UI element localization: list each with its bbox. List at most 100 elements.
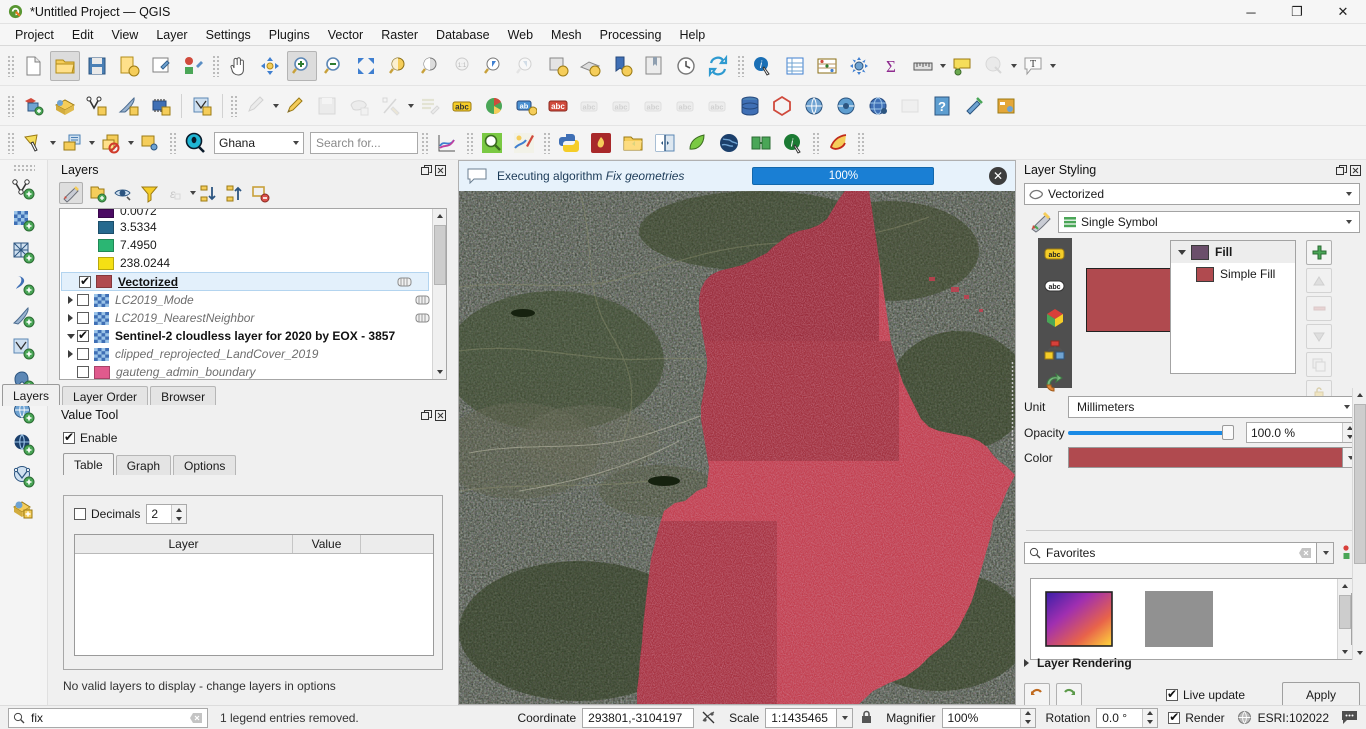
symbol-tree-root-row[interactable]: Fill (1171, 241, 1295, 263)
minimize-button[interactable]: ─ (1228, 0, 1274, 24)
layer-visibility-checkbox[interactable] (77, 294, 89, 306)
add-spatialite-layer-button[interactable] (146, 91, 176, 121)
tab-layers[interactable]: Layers (2, 384, 61, 406)
styling-panel-scrollbar[interactable] (1352, 388, 1366, 660)
menu-processing[interactable]: Processing (591, 26, 671, 44)
rotation-spinner-arrows[interactable] (1142, 708, 1158, 727)
identify-plugin-button[interactable]: i (778, 128, 808, 158)
add-delimited-text-layer-button[interactable] (114, 91, 144, 121)
column-header-layer[interactable]: Layer (75, 535, 293, 553)
menu-raster[interactable]: Raster (372, 26, 427, 44)
enable-checkbox[interactable] (63, 430, 75, 444)
new-bookmark-button[interactable] (607, 51, 637, 81)
rotation-spinner[interactable]: 0.0 ° (1096, 707, 1159, 728)
add-wfs-layer-icon[interactable] (7, 430, 41, 460)
tab-browser[interactable]: Browser (150, 386, 217, 406)
measure-dropdown-caret[interactable] (940, 63, 946, 68)
layer-visibility-checkbox[interactable] (77, 366, 89, 378)
opacity-slider-knob[interactable] (1222, 425, 1234, 440)
highlight-pinned-labels-button[interactable]: abc (543, 91, 573, 121)
messages-log-icon[interactable] (1341, 710, 1358, 725)
deselect-caret[interactable] (128, 140, 134, 145)
edit-in-place-icon[interactable] (415, 312, 430, 324)
undock-icon[interactable] (419, 163, 433, 177)
move-label-button[interactable]: abc (639, 91, 669, 121)
python-plugin-button[interactable] (554, 128, 584, 158)
temporal-controller-button[interactable] (671, 51, 701, 81)
tab-graph[interactable]: Graph (115, 455, 172, 475)
apply-button[interactable]: Apply (1282, 682, 1360, 707)
layer-expander[interactable] (64, 294, 77, 307)
layer-expander[interactable] (64, 348, 77, 361)
menu-database[interactable]: Database (427, 26, 499, 44)
new-map-view-button[interactable] (543, 51, 573, 81)
clear-search-icon[interactable] (1298, 547, 1312, 559)
menu-project[interactable]: Project (6, 26, 63, 44)
styling-scroll-down[interactable] (1353, 646, 1366, 660)
open-layer-styling-panel-icon[interactable] (59, 182, 83, 204)
select-features-button[interactable] (18, 128, 48, 158)
layer-expander[interactable] (64, 312, 77, 325)
styling-layer-combo[interactable]: Vectorized (1024, 183, 1360, 205)
plugins-grip-4[interactable] (812, 131, 819, 154)
undo-button[interactable] (1024, 682, 1050, 707)
add-group-icon[interactable] (85, 182, 109, 204)
open-attribute-table-button[interactable] (780, 51, 810, 81)
mmqgis-plugin-button[interactable] (746, 128, 776, 158)
locator-scope-combo[interactable]: Ghana (214, 131, 304, 154)
live-update-checkbox[interactable] (1166, 687, 1178, 701)
decimals-spinner-arrows[interactable] (171, 505, 187, 523)
vertex-tool-button[interactable] (376, 91, 406, 121)
decimals-checkbox[interactable] (74, 508, 86, 520)
qgis2web-button[interactable] (863, 91, 893, 121)
layers-tree-scrollbar[interactable] (432, 209, 446, 379)
close-panel-icon[interactable] (1348, 163, 1362, 177)
manage-map-themes-icon[interactable] (111, 182, 135, 204)
layer-visibility-checkbox[interactable] (77, 328, 89, 342)
menu-layer[interactable]: Layer (147, 26, 196, 44)
undock-icon[interactable] (1334, 163, 1348, 177)
plugins-grip-5[interactable] (857, 131, 864, 154)
render-checkbox[interactable] (1168, 710, 1181, 724)
layer-expander[interactable] (64, 366, 77, 379)
toggle-extents-icon[interactable] (701, 710, 716, 725)
globe-plugin-button[interactable] (714, 128, 744, 158)
duplicate-symbol-layer-button[interactable] (1306, 352, 1332, 377)
styling-layer-caret[interactable] (1341, 192, 1355, 196)
styling-scroll-thumb[interactable] (1354, 404, 1366, 564)
rotation-up-arrow[interactable] (1143, 709, 1157, 718)
filter-legend-icon[interactable] (137, 182, 161, 204)
zoom-next-button[interactable] (511, 51, 541, 81)
zoom-out-button[interactable] (319, 51, 349, 81)
new-shapefile-layer-button[interactable] (187, 91, 217, 121)
collapse-all-icon[interactable] (222, 182, 246, 204)
diagram-button[interactable] (479, 91, 509, 121)
openlayers-plugin-button[interactable] (831, 91, 861, 121)
menu-help[interactable]: Help (670, 26, 714, 44)
add-raster-layer-icon[interactable] (7, 206, 41, 236)
plugins-manager-button[interactable] (959, 91, 989, 121)
add-vector-layer-icon[interactable] (7, 174, 41, 204)
layer-row-lc2019-nearestneighbor[interactable]: LC2019_NearestNeighbor (60, 309, 446, 327)
magnifier-spinner[interactable]: 100% (941, 707, 1036, 728)
locator-search-icon[interactable] (180, 128, 210, 158)
layer-row-vectorized[interactable]: Vectorized (61, 272, 429, 291)
plugin-placeholder-button[interactable] (895, 91, 925, 121)
layer-row-gauteng-admin-boundary[interactable]: gauteng_admin_boundary (60, 363, 446, 379)
layer-visibility-checkbox[interactable] (77, 348, 89, 360)
select-grip[interactable] (7, 131, 14, 154)
scale-dropdown-caret[interactable] (837, 707, 854, 728)
renderer-combo[interactable]: Single Symbol (1058, 211, 1360, 233)
zoom-full-button[interactable] (351, 51, 381, 81)
locator-grip[interactable] (169, 131, 176, 154)
move-symbol-up-button[interactable] (1306, 268, 1332, 293)
symbol-layer-tree[interactable]: Fill Simple Fill (1170, 240, 1296, 374)
pan-to-selection-button[interactable] (255, 51, 285, 81)
gallery-scroll-thumb[interactable] (1339, 595, 1351, 629)
symbol-gallery[interactable] (1030, 578, 1352, 660)
scroll-up-arrow[interactable] (433, 209, 446, 223)
remove-symbol-layer-button[interactable] (1306, 296, 1332, 321)
map-tips-button[interactable] (947, 51, 977, 81)
measure-line-button[interactable] (908, 51, 938, 81)
compare-swipe-plugin-button[interactable] (650, 128, 680, 158)
